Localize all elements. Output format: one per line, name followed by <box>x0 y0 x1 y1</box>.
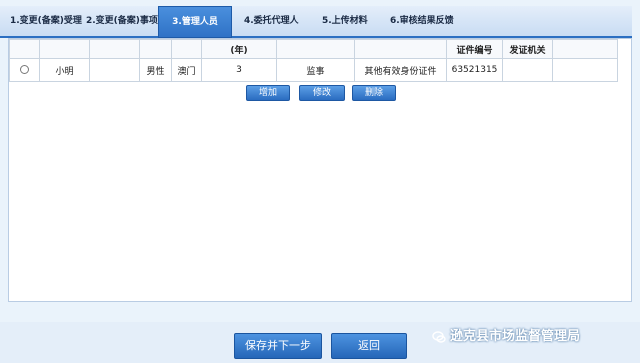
step-tabs: 1.变更(备案)受理 2.变更(备案)事项 3.管理人员 4.委托代理人 5.上… <box>0 6 632 38</box>
table-cell <box>552 58 618 82</box>
table-row[interactable]: 小明 男性 澳门 3 监事 其他有效身份证件 63521315 <box>9 58 618 82</box>
back-button[interactable]: 返回 <box>331 333 407 359</box>
position-cell: 监事 <box>276 58 355 82</box>
add-button[interactable]: 增加 <box>246 85 290 101</box>
id-type-cell: 其他有效身份证件 <box>354 58 447 82</box>
header-term-years: (年) <box>201 39 277 59</box>
name-cell: 小明 <box>39 58 90 82</box>
table-header-row: (年) 证件编号 发证机关 <box>9 39 618 59</box>
header-cell <box>276 39 355 59</box>
row-select-cell[interactable] <box>9 58 40 82</box>
header-cell <box>89 39 140 59</box>
id-number-cell: 63521315 <box>446 58 503 82</box>
region-cell: 澳门 <box>171 58 202 82</box>
staff-table: (年) 证件编号 发证机关 小明 男性 澳门 3 监事 其他有效身份证件 635… <box>9 39 618 82</box>
header-cell <box>354 39 447 59</box>
tab-review-feedback[interactable]: 6.审核结果反馈 <box>390 6 454 36</box>
tab-management-staff[interactable]: 3.管理人员 <box>158 6 232 38</box>
wechat-logo-icon <box>432 330 446 343</box>
tab-change-items[interactable]: 2.变更(备案)事项 <box>86 6 158 36</box>
watermark-text: 逊克县市场监督管理局 <box>450 329 581 344</box>
row-radio[interactable] <box>20 65 29 74</box>
watermark: 逊克县市场监督管理局 <box>432 326 580 348</box>
issuing-authority-cell <box>502 58 553 82</box>
header-cell <box>171 39 202 59</box>
header-cell <box>9 39 40 59</box>
delete-button[interactable]: 删除 <box>352 85 396 101</box>
header-cell <box>552 39 618 59</box>
header-issuing-authority: 发证机关 <box>502 39 553 59</box>
staff-panel: (年) 证件编号 发证机关 小明 男性 澳门 3 监事 其他有效身份证件 635… <box>8 38 632 302</box>
term-cell: 3 <box>201 58 277 82</box>
edit-button[interactable]: 修改 <box>299 85 345 101</box>
tab-change-acceptance[interactable]: 1.变更(备案)受理 <box>10 6 82 36</box>
table-cell <box>89 58 140 82</box>
header-id-number: 证件编号 <box>446 39 503 59</box>
gender-cell: 男性 <box>139 58 172 82</box>
save-next-button[interactable]: 保存并下一步 <box>234 333 322 359</box>
header-cell <box>139 39 172 59</box>
row-action-bar: 增加 修改 删除 <box>9 85 631 101</box>
header-cell <box>39 39 90 59</box>
tab-agent[interactable]: 4.委托代理人 <box>244 6 299 36</box>
tab-upload-materials[interactable]: 5.上传材料 <box>322 6 368 36</box>
